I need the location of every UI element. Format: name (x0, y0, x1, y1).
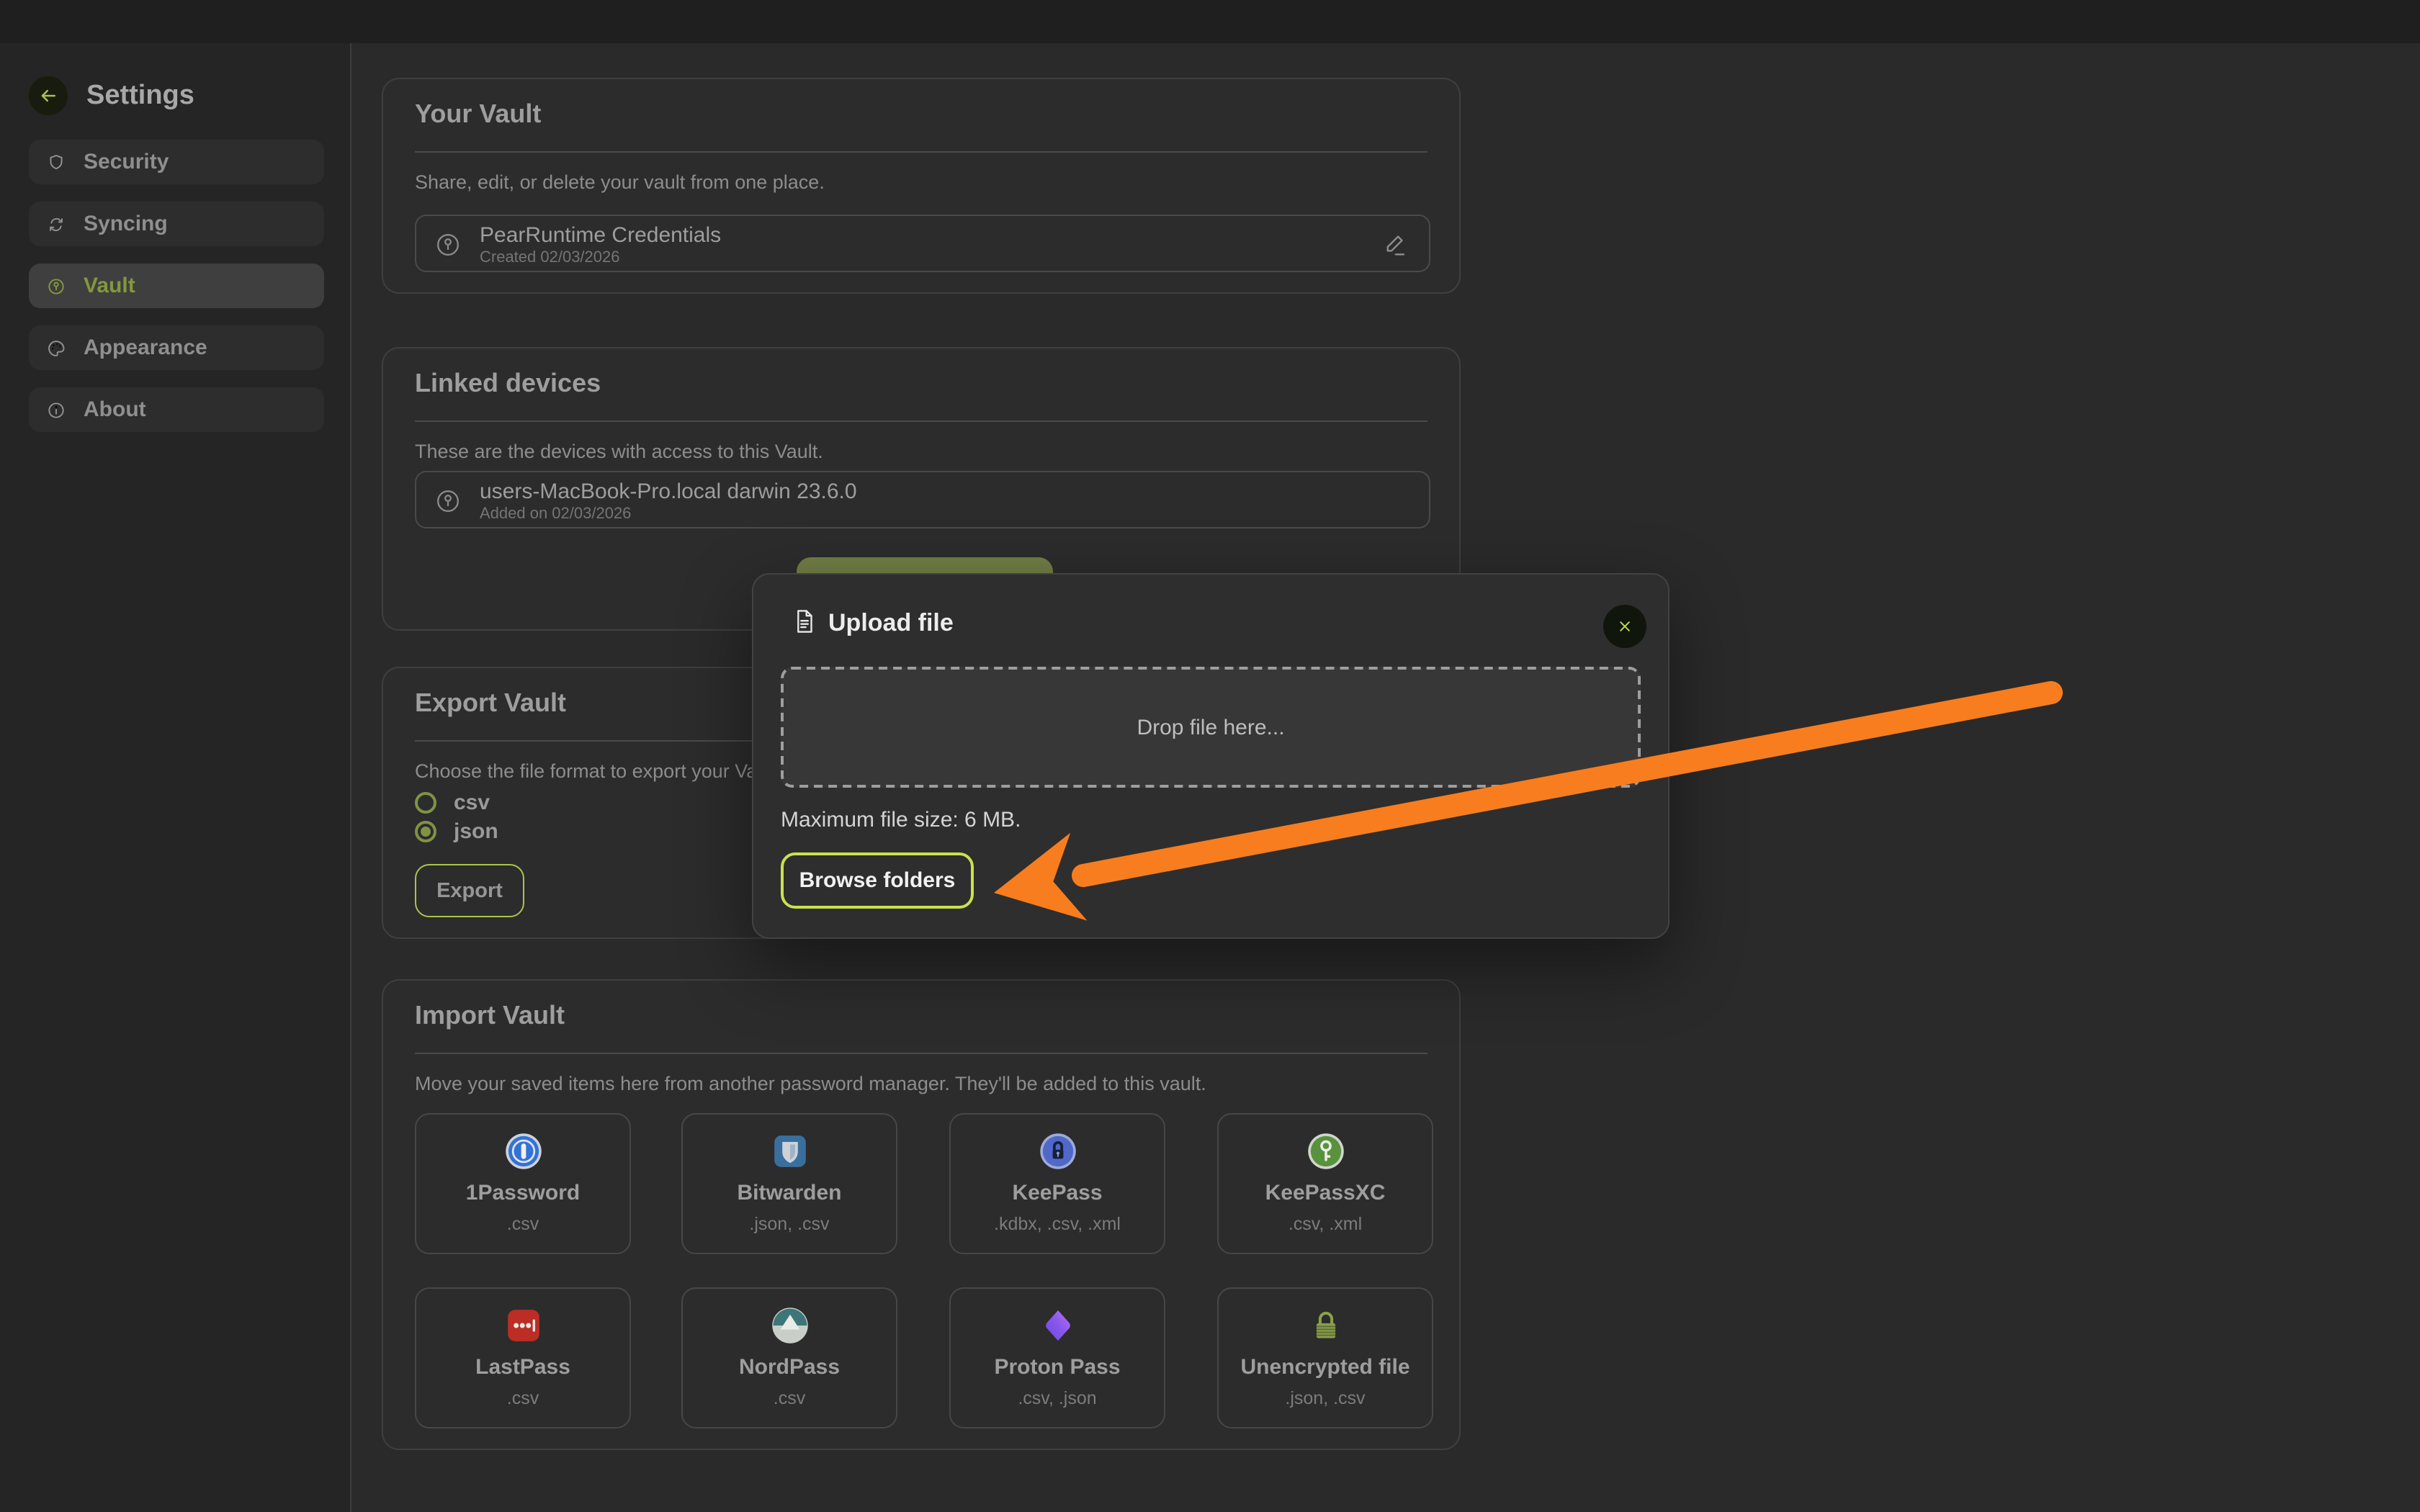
lock-icon (1219, 1306, 1432, 1345)
tile-formats: .csv (683, 1388, 896, 1408)
title-bar (0, 0, 2420, 43)
import-tile-unencrypted[interactable]: Unencrypted file .json, .csv (1217, 1287, 1433, 1428)
import-tile-keepass[interactable]: KeePass .kdbx, .csv, .xml (949, 1113, 1165, 1254)
device-key-icon (434, 487, 462, 516)
tile-name: KeePassXC (1219, 1181, 1432, 1205)
vault-row[interactable]: PearRuntime Credentials Created 02/03/20… (415, 215, 1430, 272)
tile-name: Proton Pass (951, 1355, 1164, 1380)
device-row[interactable]: users-MacBook-Pro.local darwin 23.6.0 Ad… (415, 471, 1430, 528)
file-document-icon (791, 608, 818, 635)
tile-formats: .json, .csv (683, 1214, 896, 1234)
format-option-json[interactable]: json (415, 819, 498, 842)
tile-name: NordPass (683, 1355, 896, 1380)
modal-title: Upload file (828, 609, 954, 638)
sidebar-item-about[interactable]: About (29, 387, 324, 432)
import-tile-nordpass[interactable]: NordPass .csv (681, 1287, 897, 1428)
sidebar-item-syncing[interactable]: Syncing (29, 202, 324, 246)
device-name: users-MacBook-Pro.local darwin 23.6.0 (480, 480, 857, 504)
device-added-date: Added on 02/03/2026 (480, 505, 631, 523)
card-description: Choose the file format to export your Va… (415, 760, 783, 782)
tile-name: LastPass (416, 1355, 629, 1380)
card-title: Your Vault (415, 99, 541, 130)
import-tile-keepassxc[interactable]: KeePassXC .csv, .xml (1217, 1113, 1433, 1254)
file-dropzone[interactable]: Drop file here... (781, 667, 1641, 788)
palette-icon (46, 338, 66, 358)
card-import-vault: Import Vault Move your saved items here … (382, 979, 1461, 1450)
divider (415, 420, 1428, 422)
app-window: Settings Security Syncing Vault (0, 0, 2420, 1512)
radio-label: json (454, 819, 498, 843)
tile-formats: .csv, .xml (1219, 1214, 1432, 1234)
import-tile-protonpass[interactable]: Proton Pass .csv, .json (949, 1287, 1165, 1428)
tile-name: Bitwarden (683, 1181, 896, 1205)
close-button[interactable] (1603, 605, 1646, 648)
tile-name: 1Password (416, 1181, 629, 1205)
sidebar-item-label: Syncing (84, 212, 168, 236)
tile-formats: .csv, .json (951, 1388, 1164, 1408)
sidebar-item-appearance[interactable]: Appearance (29, 325, 324, 370)
max-file-size-text: Maximum file size: 6 MB. (781, 808, 1021, 832)
card-description: Share, edit, or delete your vault from o… (415, 171, 825, 193)
radio-label: csv (454, 790, 490, 814)
card-title: Import Vault (415, 1001, 565, 1031)
import-tile-1password[interactable]: 1Password .csv (415, 1113, 631, 1254)
onepassword-icon (416, 1132, 629, 1171)
sidebar-item-label: Appearance (84, 336, 207, 360)
nordpass-icon (683, 1306, 896, 1345)
tile-name: KeePass (951, 1181, 1164, 1205)
card-description: These are the devices with access to thi… (415, 441, 823, 462)
back-button[interactable] (29, 76, 68, 115)
card-title: Linked devices (415, 369, 601, 399)
info-icon (46, 400, 66, 420)
divider (415, 151, 1428, 153)
import-tile-lastpass[interactable]: LastPass .csv (415, 1287, 631, 1428)
sidebar-item-label: Vault (84, 274, 135, 298)
import-tile-bitwarden[interactable]: Bitwarden .json, .csv (681, 1113, 897, 1254)
shield-icon (46, 152, 66, 172)
keepass-icon (951, 1132, 1164, 1171)
divider (415, 1053, 1428, 1054)
vault-name: PearRuntime Credentials (480, 223, 721, 248)
page-title: Settings (86, 81, 194, 112)
tile-formats: .json, .csv (1219, 1388, 1432, 1408)
vault-key-icon (46, 276, 66, 296)
sidebar-item-security[interactable]: Security (29, 140, 324, 184)
keepassxc-icon (1219, 1132, 1432, 1171)
back-arrow-icon (37, 85, 59, 107)
protonpass-icon (951, 1306, 1164, 1345)
dropzone-text: Drop file here... (1137, 715, 1284, 739)
sidebar-item-label: About (84, 397, 146, 422)
sidebar-item-vault[interactable]: Vault (29, 264, 324, 308)
radio-csv[interactable] (415, 791, 436, 813)
lastpass-icon (416, 1306, 629, 1345)
tile-formats: .csv (416, 1214, 629, 1234)
browse-folders-button[interactable]: Browse folders (781, 852, 974, 909)
tile-formats: .kdbx, .csv, .xml (951, 1214, 1164, 1234)
vault-created-date: Created 02/03/2026 (480, 249, 620, 266)
bitwarden-icon (683, 1132, 896, 1171)
edit-pencil-icon[interactable] (1381, 230, 1409, 258)
radio-json[interactable] (415, 820, 436, 842)
card-your-vault: Your Vault Share, edit, or delete your v… (382, 78, 1461, 294)
export-button[interactable]: Export (415, 864, 524, 917)
sidebar-item-label: Security (84, 150, 169, 174)
close-icon (1615, 616, 1635, 636)
card-description: Move your saved items here from another … (415, 1073, 1206, 1094)
tile-name: Unencrypted file (1219, 1355, 1432, 1380)
card-title: Export Vault (415, 688, 566, 719)
vault-key-icon (434, 230, 462, 259)
sync-icon (46, 214, 66, 234)
upload-file-modal: Upload file Drop file here... Maximum fi… (752, 573, 1670, 939)
sidebar: Settings Security Syncing Vault (0, 43, 351, 1512)
format-option-csv[interactable]: csv (415, 791, 490, 814)
tile-formats: .csv (416, 1388, 629, 1408)
